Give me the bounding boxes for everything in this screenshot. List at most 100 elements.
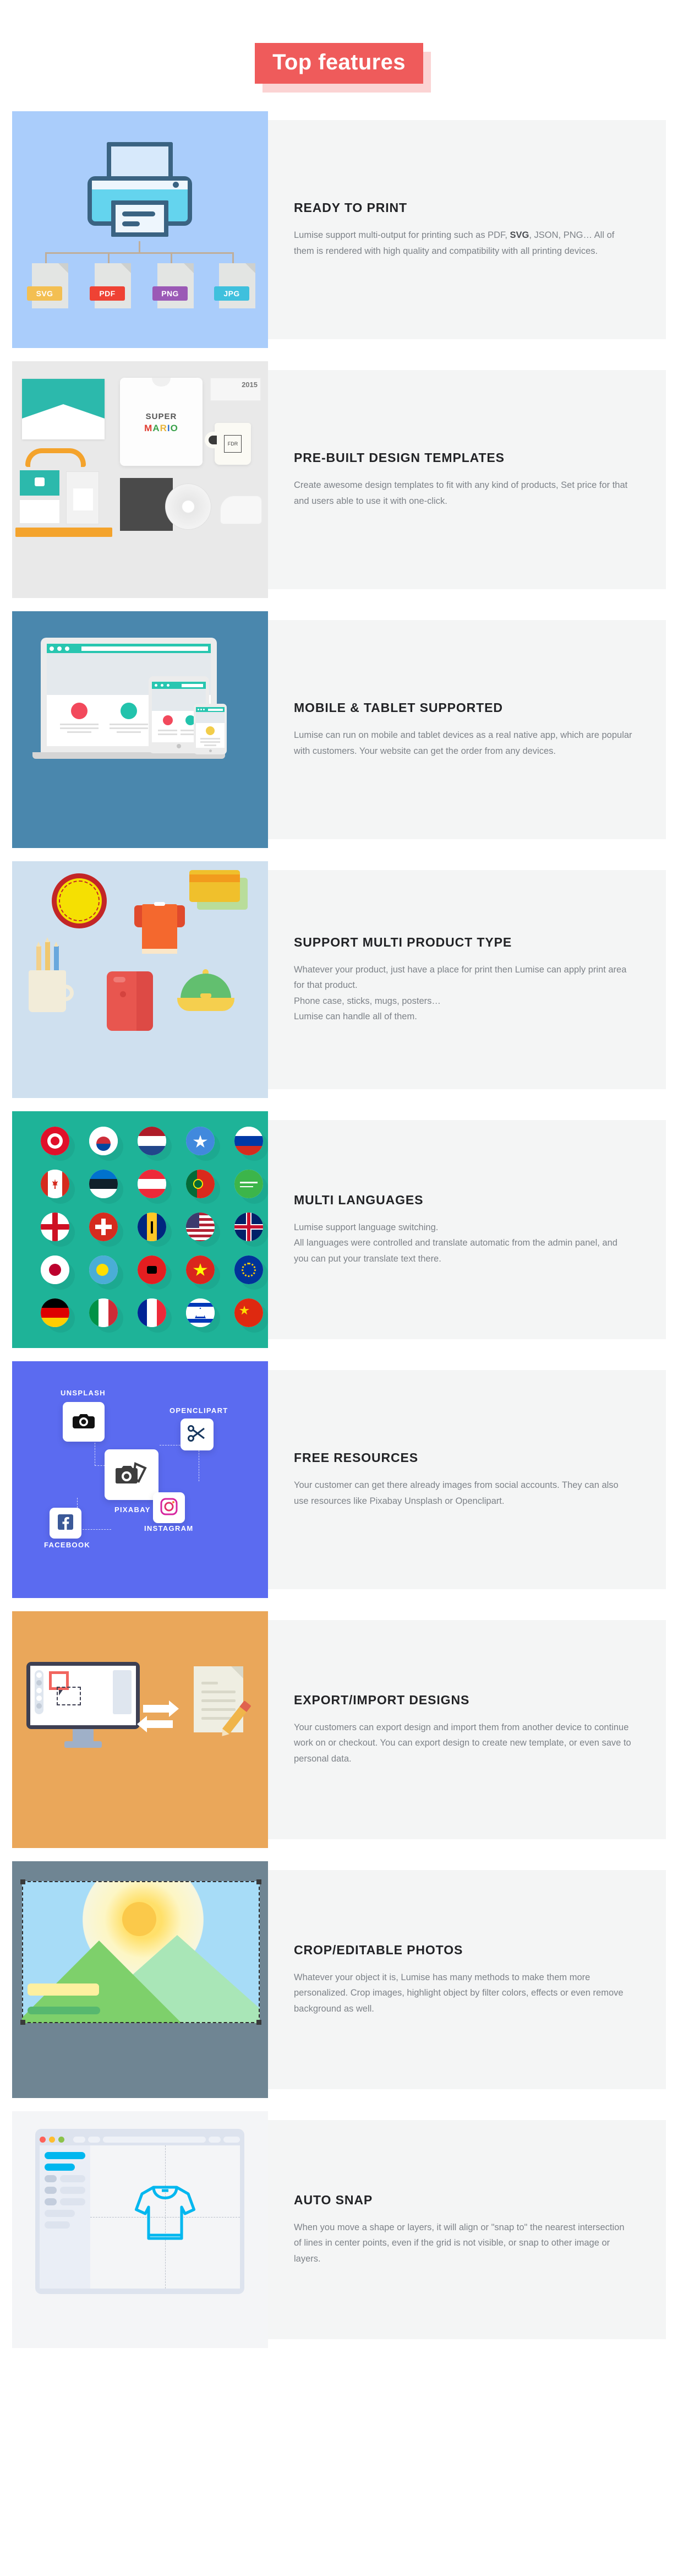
- art-flag-grid: [12, 1111, 268, 1348]
- resource-tile-openclipart[interactable]: [181, 1419, 214, 1450]
- art-export-import: [12, 1611, 268, 1848]
- art-printer-formats: SVG PDF PNG JPG: [12, 111, 268, 348]
- flag-european-union: [234, 1256, 263, 1284]
- baseball-cap-icon: [177, 969, 234, 1015]
- connector-stem: [139, 241, 140, 253]
- file-card-jpg: JPG: [214, 263, 255, 308]
- business-card-white: [20, 500, 59, 523]
- id-badge-mockup: [66, 471, 99, 524]
- feature-body: Lumise can run on mobile and tablet devi…: [294, 730, 632, 756]
- file-format-label: SVG: [27, 286, 62, 301]
- feature-pre-built-design-templates: PRE-BUILT DESIGN TEMPLATES Create awesom…: [0, 361, 678, 598]
- flag-england: [41, 1213, 69, 1241]
- feature-auto-snap: AUTO SNAP When you move a shape or layer…: [0, 2111, 678, 2348]
- flag-switzerland: [89, 1213, 118, 1241]
- flag-austria: [138, 1170, 166, 1198]
- connector-drop-2: [108, 252, 110, 263]
- mug-monogram: FDR: [224, 435, 242, 453]
- flag-united-kingdom: [234, 1213, 263, 1241]
- flag-israel: [186, 1298, 215, 1327]
- body-part-1: Lumise support multi-output for printing…: [294, 230, 510, 241]
- editor-sidebar: [40, 2145, 90, 2289]
- feature-body: Your customers can export design and imp…: [294, 1722, 631, 1764]
- flag-saudi-arabia: [234, 1170, 263, 1198]
- flag-grid: [41, 1127, 268, 1334]
- feature-title: FREE RESOURCES: [294, 1450, 419, 1465]
- monitor-icon: [26, 1662, 140, 1748]
- flag-barbados: [138, 1213, 166, 1241]
- flag-south-korea: [89, 1127, 118, 1155]
- t-shirt-icon: [134, 899, 185, 954]
- tshirt-print-line-2: MARIO: [144, 423, 178, 433]
- art-product-icons: [12, 861, 268, 1098]
- feature-title: MULTI LANGUAGES: [294, 1192, 424, 1207]
- feature-support-multi-product-type: SUPPORT MULTI PRODUCT TYPE Whatever your…: [0, 861, 678, 1098]
- feature-ready-to-print: READY TO PRINT Lumise support multi-outp…: [0, 111, 678, 348]
- printer-paper-tray-icon: [107, 142, 173, 181]
- crop-handle-tl[interactable]: [20, 1879, 25, 1884]
- flag-vietnam: [186, 1256, 215, 1284]
- flag-germany: [41, 1298, 69, 1327]
- page-title-wrapper: Top features: [255, 43, 431, 93]
- resource-label-facebook: FACEBOOK: [44, 1541, 91, 1549]
- feature-body: Lumise support language switching. All l…: [294, 1222, 617, 1264]
- page-title: Top features: [255, 43, 423, 84]
- feature-crop-editable-photos: CROP/EDITABLE PHOTOS Whatever your objec…: [0, 1861, 678, 2098]
- window-zoom-dot[interactable]: [58, 2136, 64, 2143]
- resource-label-instagram: INSTAGRAM: [144, 1524, 194, 1532]
- cd-disc-mockup: [165, 483, 211, 530]
- feature-title: CROP/EDITABLE PHOTOS: [294, 1942, 463, 1957]
- body-bold-svg: SVG: [510, 230, 529, 241]
- ticket-year: 2015: [242, 381, 258, 389]
- crop-handle-br[interactable]: [256, 2020, 261, 2025]
- window-titlebar: [40, 2133, 240, 2145]
- resource-tile-pixabay[interactable]: [105, 1449, 158, 1500]
- connector-drop-1: [45, 252, 47, 263]
- camera-photos-icon: [115, 1461, 147, 1488]
- wristband-mockup: [15, 528, 112, 537]
- art-snap-editor: [12, 2111, 268, 2348]
- instagram-icon: [160, 1498, 178, 1518]
- editor-stage: [90, 2145, 240, 2289]
- window-close-dot[interactable]: [40, 2136, 46, 2143]
- art-resource-network: UNSPLASH OPENCLIPART PIXABAY INSTAGRAM F…: [12, 1361, 268, 1598]
- feature-mobile-tablet-supported: MOBILE & TABLET SUPPORTED Lumise can run…: [0, 611, 678, 848]
- window-minimize-dot[interactable]: [49, 2136, 55, 2143]
- art-responsive-devices: [12, 611, 268, 848]
- crop-handle-bl[interactable]: [20, 2020, 25, 2025]
- file-card-svg: SVG: [27, 263, 68, 308]
- flag-china: [234, 1298, 263, 1327]
- sheet-line-2: [122, 221, 140, 226]
- tshirt-outline-icon[interactable]: [124, 2174, 206, 2257]
- feature-body: Lumise support multi-output for printing…: [294, 227, 634, 259]
- feature-title: MOBILE & TABLET SUPPORTED: [294, 700, 503, 715]
- flag-netherlands: [138, 1127, 166, 1155]
- phone-icon: [194, 704, 227, 754]
- flag-france: [138, 1298, 166, 1327]
- feature-body: Whatever your object it is, Lumise has m…: [294, 1972, 624, 2014]
- resource-tile-instagram[interactable]: [153, 1492, 185, 1523]
- feature-title: AUTO SNAP: [294, 2192, 373, 2207]
- feature-export-import-designs: EXPORT/IMPORT DESIGNS Your customers can…: [0, 1611, 678, 1848]
- resource-tile-unsplash[interactable]: [63, 1402, 105, 1442]
- feature-multi-languages: MULTI LANGUAGES Lumise support language …: [0, 1111, 678, 1348]
- business-card-teal: [20, 470, 59, 496]
- crop-selection[interactable]: [20, 1879, 261, 2025]
- page-header: Top features: [0, 0, 678, 111]
- resource-label-unsplash: UNSPLASH: [61, 1389, 106, 1397]
- camera-icon: [73, 1412, 95, 1432]
- connector-drop-3: [171, 252, 172, 263]
- tshirt-print-line-1: SUPER: [145, 412, 177, 421]
- feature-title: EXPORT/IMPORT DESIGNS: [294, 1692, 470, 1707]
- resource-label-pixabay: PIXABAY: [114, 1506, 151, 1514]
- ticket-mockup: 2015: [210, 378, 261, 401]
- printer-output-sheet: [111, 200, 168, 237]
- resource-tile-facebook[interactable]: [50, 1508, 81, 1539]
- feature-body: Create awesome design templates to fit w…: [294, 480, 628, 506]
- feature-body: Whatever your product, just have a place…: [294, 964, 627, 1021]
- sheet-line-1: [122, 211, 155, 216]
- art-branding-mockup: SUPER MARIO 2015 FDR: [12, 361, 268, 598]
- crop-handle-tr[interactable]: [256, 1879, 261, 1884]
- sneaker-mockup: [220, 496, 262, 524]
- file-format-label: JPG: [214, 286, 249, 301]
